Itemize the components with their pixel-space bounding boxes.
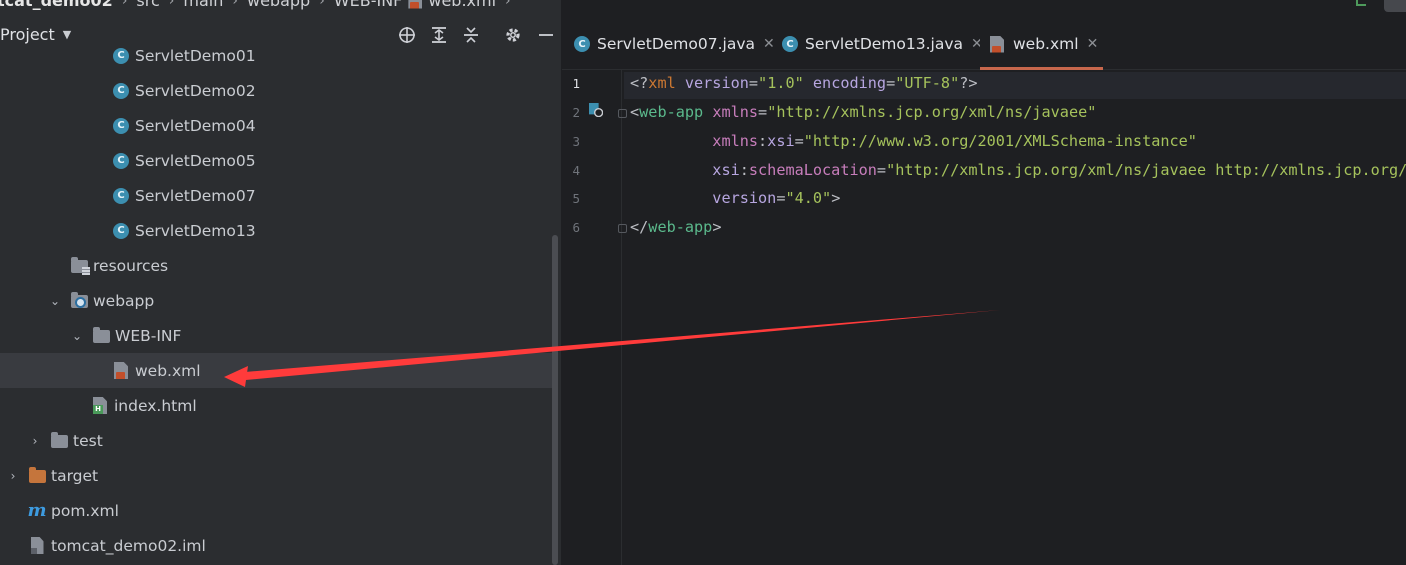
chevron-right-icon: ›: [121, 0, 128, 9]
chevron-down-icon[interactable]: ⌄: [48, 294, 62, 308]
code-line-1: <?xml version="1.0" encoding="UTF-8"?>: [630, 74, 978, 92]
java-class-icon: C: [574, 36, 590, 52]
tree-item-label: webapp: [93, 291, 155, 310]
code-line-5: version="4.0">: [712, 189, 841, 207]
tree-item-label: index.html: [114, 396, 197, 415]
java-class-icon: C: [112, 187, 130, 205]
tab-servletdemo07[interactable]: C ServletDemo07.java ✕: [574, 18, 775, 70]
breadcrumb-item-web-xml[interactable]: web.xml: [428, 0, 496, 10]
web-folder-icon: [70, 292, 88, 310]
xml-file-icon: [989, 35, 1005, 53]
java-class-icon: C: [112, 152, 130, 170]
chevron-right-icon[interactable]: ›: [28, 434, 42, 448]
line-number: 1: [572, 76, 580, 91]
breadcrumb-item-src[interactable]: src: [136, 0, 159, 10]
chevron-right-icon: ›: [319, 0, 325, 9]
close-icon[interactable]: ✕: [763, 36, 775, 52]
tab-label: ServletDemo07.java: [597, 35, 756, 53]
check-icon: [1356, 0, 1366, 6]
chevron-right-icon[interactable]: ›: [6, 469, 20, 483]
project-tree: C ServletDemo01 C ServletDemo02 C Servle…: [0, 38, 556, 565]
tree-item-target[interactable]: › target: [0, 458, 556, 493]
window-corner: [1384, 0, 1406, 12]
tree-item-label: tomcat_demo02.iml: [51, 536, 206, 555]
web-descriptor-icon: [589, 103, 603, 117]
java-class-icon: C: [112, 222, 130, 240]
chevron-right-icon: ›: [232, 0, 238, 9]
html-file-icon: H: [91, 397, 109, 415]
tree-item-servletdemo04[interactable]: C ServletDemo04: [0, 108, 556, 143]
tree-item-servletdemo07[interactable]: C ServletDemo07: [0, 178, 556, 213]
tree-item-label: WEB-INF: [115, 326, 182, 345]
tree-item-servletdemo01[interactable]: C ServletDemo01: [0, 38, 556, 73]
code-line-4: xsi:schemaLocation="http://xmlns.jcp.org…: [712, 161, 1406, 179]
code-line-2: <web-app xmlns="http://xmlns.jcp.org/xml…: [630, 103, 1097, 121]
tree-item-web-inf[interactable]: ⌄ WEB-INF: [0, 318, 556, 353]
breadcrumb-item-project[interactable]: tcat_demo02: [0, 0, 113, 10]
line-number: 6: [572, 220, 580, 235]
tree-item-pom-xml[interactable]: m pom.xml: [0, 493, 556, 528]
chevron-right-icon: ›: [505, 0, 511, 9]
java-class-icon: C: [112, 47, 130, 65]
tree-item-servletdemo02[interactable]: C ServletDemo02: [0, 73, 556, 108]
editor-area: C ServletDemo07.java ✕ C ServletDemo13.j…: [562, 0, 1406, 565]
tree-item-label: resources: [93, 256, 169, 275]
breadcrumb: tcat_demo02 › src › main › webapp › WEB-…: [0, 0, 562, 10]
folder-icon: [50, 432, 68, 450]
editor-gutter: 1 2 3 4 5 6: [562, 70, 627, 565]
chevron-down-icon[interactable]: ⌄: [70, 329, 84, 343]
tree-item-resources[interactable]: resources: [0, 248, 556, 283]
tab-label: web.xml: [1013, 35, 1079, 53]
tree-item-label: ServletDemo07: [135, 186, 256, 205]
tab-web-xml[interactable]: web.xml ✕: [980, 18, 1103, 70]
tree-item-label: ServletDemo04: [135, 116, 256, 135]
line-number: 2: [572, 105, 580, 120]
code-editor[interactable]: <?xml version="1.0" encoding="UTF-8"?> <…: [624, 70, 1406, 565]
java-class-icon: C: [782, 36, 798, 52]
tree-item-webapp[interactable]: ⌄ webapp: [0, 283, 556, 318]
tree-item-label: ServletDemo05: [135, 151, 256, 170]
xml-file-icon: [112, 362, 130, 380]
tree-item-label: ServletDemo13: [135, 221, 256, 240]
code-line-3: xmlns:xsi="http://www.w3.org/2001/XMLSch…: [712, 132, 1197, 150]
line-number: 4: [572, 163, 580, 178]
maven-icon: m: [27, 500, 47, 521]
close-icon[interactable]: ✕: [1087, 36, 1099, 52]
tree-item-servletdemo13[interactable]: C ServletDemo13: [0, 213, 556, 248]
line-number: 3: [572, 134, 580, 149]
java-class-icon: C: [112, 82, 130, 100]
tree-item-iml[interactable]: tomcat_demo02.iml: [0, 528, 556, 563]
java-class-icon: C: [112, 117, 130, 135]
tab-servletdemo13[interactable]: C ServletDemo13.java ✕: [782, 18, 983, 70]
tree-item-label: ServletDemo02: [135, 81, 256, 100]
tree-item-servletdemo05[interactable]: C ServletDemo05: [0, 143, 556, 178]
tree-item-label: test: [73, 431, 103, 450]
tree-item-web-xml[interactable]: web.xml: [0, 353, 556, 388]
tree-item-label: ServletDemo01: [135, 46, 256, 65]
editor-tabs: C ServletDemo07.java ✕ C ServletDemo13.j…: [562, 18, 1406, 70]
breadcrumb-item-webapp[interactable]: webapp: [247, 0, 310, 10]
excluded-folder-icon: [28, 467, 46, 485]
tree-item-label: target: [51, 466, 99, 485]
tab-label: ServletDemo13.java: [805, 35, 964, 53]
tree-item-label: web.xml: [135, 361, 201, 380]
folder-icon: [92, 327, 110, 345]
project-tree-scrollbar[interactable]: [552, 235, 558, 565]
tree-item-test[interactable]: › test: [0, 423, 556, 458]
breadcrumb-item-main[interactable]: main: [183, 0, 223, 10]
iml-file-icon: [28, 537, 46, 555]
tree-item-index-html[interactable]: H index.html: [0, 388, 556, 423]
breadcrumb-item-web-inf[interactable]: WEB-INF: [334, 0, 403, 10]
xml-file-icon: [406, 0, 424, 10]
line-number: 5: [572, 191, 580, 206]
resources-folder-icon: [70, 257, 90, 275]
tree-item-label: pom.xml: [51, 501, 119, 520]
chevron-right-icon: ›: [168, 0, 175, 9]
code-line-6: </web-app>: [630, 218, 722, 236]
